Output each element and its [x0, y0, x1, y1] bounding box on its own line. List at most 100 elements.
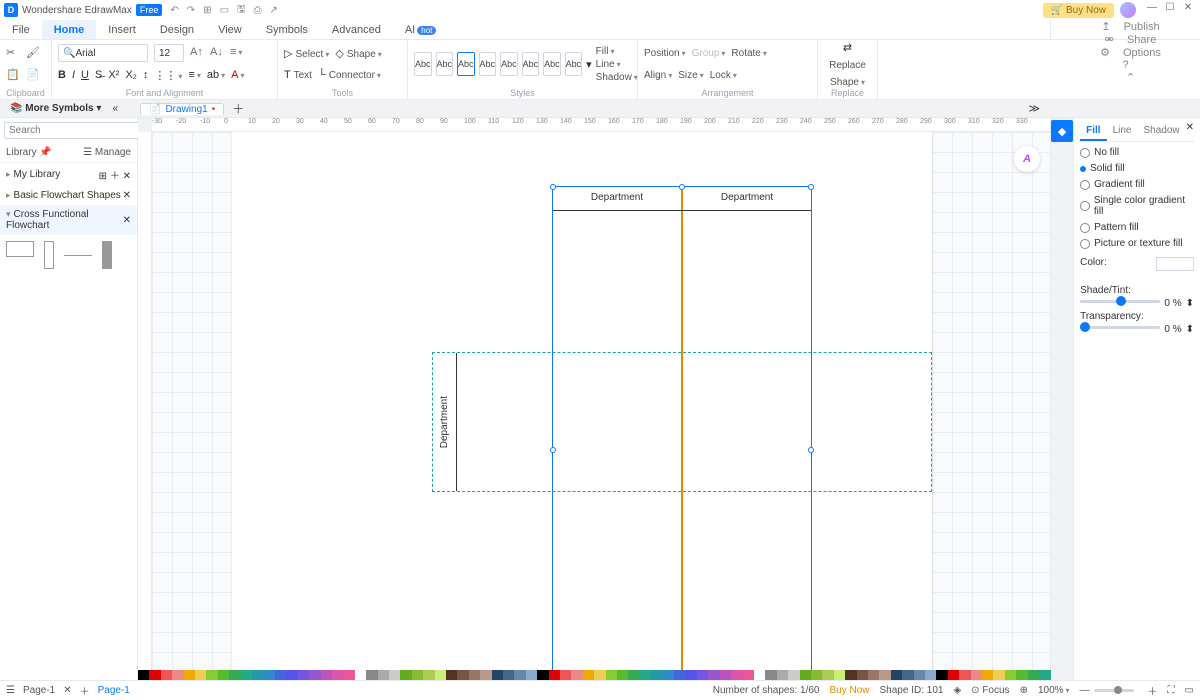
shape-tool[interactable]: ◇ Shape	[335, 47, 381, 60]
style-preset[interactable]: Abc	[457, 52, 475, 76]
numbering-icon[interactable]: ≡	[188, 69, 200, 81]
radio-solid-fill[interactable]: Solid fill	[1080, 163, 1194, 174]
menu-insert[interactable]: Insert	[96, 20, 148, 39]
strike-icon[interactable]: S̶	[95, 69, 102, 81]
close-icon[interactable]: ✕	[1180, 2, 1196, 18]
radio-single-gradient[interactable]: Single color gradient fill	[1080, 195, 1194, 217]
style-preset[interactable]: Abc	[500, 52, 518, 76]
transparency-stepper[interactable]: ⬍	[1186, 324, 1194, 335]
subscript-icon[interactable]: X₂	[125, 69, 137, 81]
share-button[interactable]: ⚮ Share	[1105, 33, 1157, 46]
fill-dropdown[interactable]: Fill	[596, 46, 638, 57]
presentation-icon[interactable]: ▭	[1185, 685, 1194, 696]
options-button[interactable]: ⚙ Options	[1100, 46, 1161, 59]
font-name-select[interactable]: 🔍 Arial	[58, 44, 148, 62]
tab-line[interactable]: Line	[1107, 122, 1138, 141]
align-text-icon[interactable]: ≡	[230, 46, 244, 60]
maximize-icon[interactable]: ☐	[1162, 2, 1178, 18]
radio-gradient-fill[interactable]: Gradient fill	[1080, 179, 1194, 190]
help-icon[interactable]: ?	[1122, 59, 1128, 71]
undo-icon[interactable]: ↶	[170, 5, 178, 16]
underline-icon[interactable]: U	[81, 69, 89, 81]
export-icon[interactable]: ↗	[270, 5, 278, 16]
ai-assistant-icon[interactable]: A	[1014, 146, 1040, 172]
category-basic-flowchart[interactable]: ▸Basic Flowchart Shapes✕	[0, 186, 137, 205]
collapse-ribbon-icon[interactable]: ⌃	[1126, 71, 1135, 84]
style-preset[interactable]: Abc	[479, 52, 497, 76]
connector-tool[interactable]: └ Connector	[318, 69, 381, 81]
minimize-icon[interactable]: —	[1144, 2, 1160, 18]
document-tab[interactable]: 📄 Drawing1 •	[140, 103, 224, 115]
lock-dropdown[interactable]: Lock	[710, 70, 737, 81]
zoom-slider[interactable]	[1094, 689, 1134, 692]
menu-advanced[interactable]: Advanced	[320, 20, 393, 39]
style-preset[interactable]: Abc	[522, 52, 540, 76]
open-icon[interactable]: ▭	[220, 5, 229, 16]
menu-symbols[interactable]: Symbols	[254, 20, 320, 39]
paste-icon[interactable]: 📄	[26, 68, 40, 82]
search-input[interactable]	[4, 122, 146, 139]
text-direction-icon[interactable]: ↕	[143, 69, 149, 81]
font-size-select[interactable]: 12	[154, 44, 184, 62]
format-painter-icon[interactable]: 🖌	[26, 46, 40, 60]
radio-no-fill[interactable]: No fill	[1080, 147, 1194, 158]
fit-icon[interactable]: ⊕	[1020, 685, 1028, 696]
add-page-icon[interactable]: ＋	[80, 683, 90, 698]
add-tab-button[interactable]: ＋	[232, 100, 244, 117]
save-icon[interactable]: 🖫	[237, 2, 246, 19]
menu-home[interactable]: Home	[42, 20, 97, 39]
buy-now-link[interactable]: Buy Now	[830, 685, 870, 696]
horizontal-swimlane[interactable]: Department	[432, 352, 932, 492]
fill-panel-icon[interactable]: ◆	[1051, 120, 1073, 142]
close-panel-icon[interactable]: ✕	[1186, 122, 1194, 141]
panel-toggle-icon[interactable]: ≫	[1028, 102, 1200, 115]
shape-separator[interactable]	[64, 255, 92, 256]
lane-side-header[interactable]: Department	[439, 396, 450, 448]
radio-picture-fill[interactable]: Picture or texture fill	[1080, 238, 1194, 249]
print-icon[interactable]: ⎙	[254, 5, 262, 16]
replace-shape-icon[interactable]: ⇄	[843, 41, 852, 54]
tab-shadow[interactable]: Shadow	[1137, 122, 1185, 141]
category-cross-functional[interactable]: ▾Cross Functional Flowchart✕	[0, 205, 137, 235]
manage-button[interactable]: ☰ Manage	[83, 147, 131, 158]
zoom-value[interactable]: 100%	[1038, 685, 1070, 696]
bullets-icon[interactable]: ⋮⋮	[154, 69, 182, 82]
lane-header[interactable]: Department	[683, 187, 811, 210]
color-palette-strip[interactable]	[138, 670, 1050, 680]
copy-icon[interactable]: 📋	[6, 68, 20, 82]
radio-pattern-fill[interactable]: Pattern fill	[1080, 222, 1194, 233]
menu-file[interactable]: File	[0, 20, 42, 39]
shade-slider[interactable]	[1080, 300, 1160, 303]
more-symbols-dropdown[interactable]: 📚 More Symbols ▾ «	[4, 103, 124, 114]
publish-button[interactable]: ↥ Publish	[1101, 20, 1159, 33]
focus-button[interactable]: ⊙ Focus	[971, 685, 1009, 696]
menu-design[interactable]: Design	[148, 20, 206, 39]
menu-ai[interactable]: AIhot	[393, 20, 449, 39]
increase-font-icon[interactable]: A↑	[190, 46, 204, 60]
shape-swimlane-v[interactable]	[44, 241, 54, 269]
text-effect-icon[interactable]: ab	[207, 69, 225, 81]
layers-icon[interactable]: ◈	[953, 685, 961, 696]
buy-now-button[interactable]: 🛒 Buy Now	[1043, 3, 1114, 18]
text-tool[interactable]: T Text	[284, 69, 312, 81]
shadow-dropdown[interactable]: Shadow	[596, 72, 638, 83]
style-preset[interactable]: Abc	[436, 52, 454, 76]
shade-stepper[interactable]: ⬍	[1186, 298, 1194, 309]
bold-icon[interactable]: B	[58, 69, 66, 81]
menu-view[interactable]: View	[206, 20, 254, 39]
zoom-out-icon[interactable]: —	[1080, 685, 1090, 696]
user-avatar[interactable]	[1120, 2, 1136, 18]
new-icon[interactable]: ⊞	[203, 5, 211, 16]
rotate-dropdown[interactable]: Rotate	[731, 48, 766, 59]
style-preset[interactable]: Abc	[565, 52, 583, 76]
zoom-in-icon[interactable]: ＋	[1148, 683, 1158, 698]
styles-more-icon[interactable]: ▾	[586, 58, 592, 71]
lane-header[interactable]: Department	[553, 187, 683, 210]
decrease-font-icon[interactable]: A↓	[210, 46, 224, 60]
cut-icon[interactable]: ✂	[6, 46, 20, 60]
current-page[interactable]: Page-1	[90, 685, 138, 696]
page-list-icon[interactable]: ☰	[6, 685, 15, 696]
line-dropdown[interactable]: Line	[596, 59, 638, 70]
position-dropdown[interactable]: Position	[644, 48, 686, 59]
transparency-slider[interactable]	[1080, 326, 1160, 329]
